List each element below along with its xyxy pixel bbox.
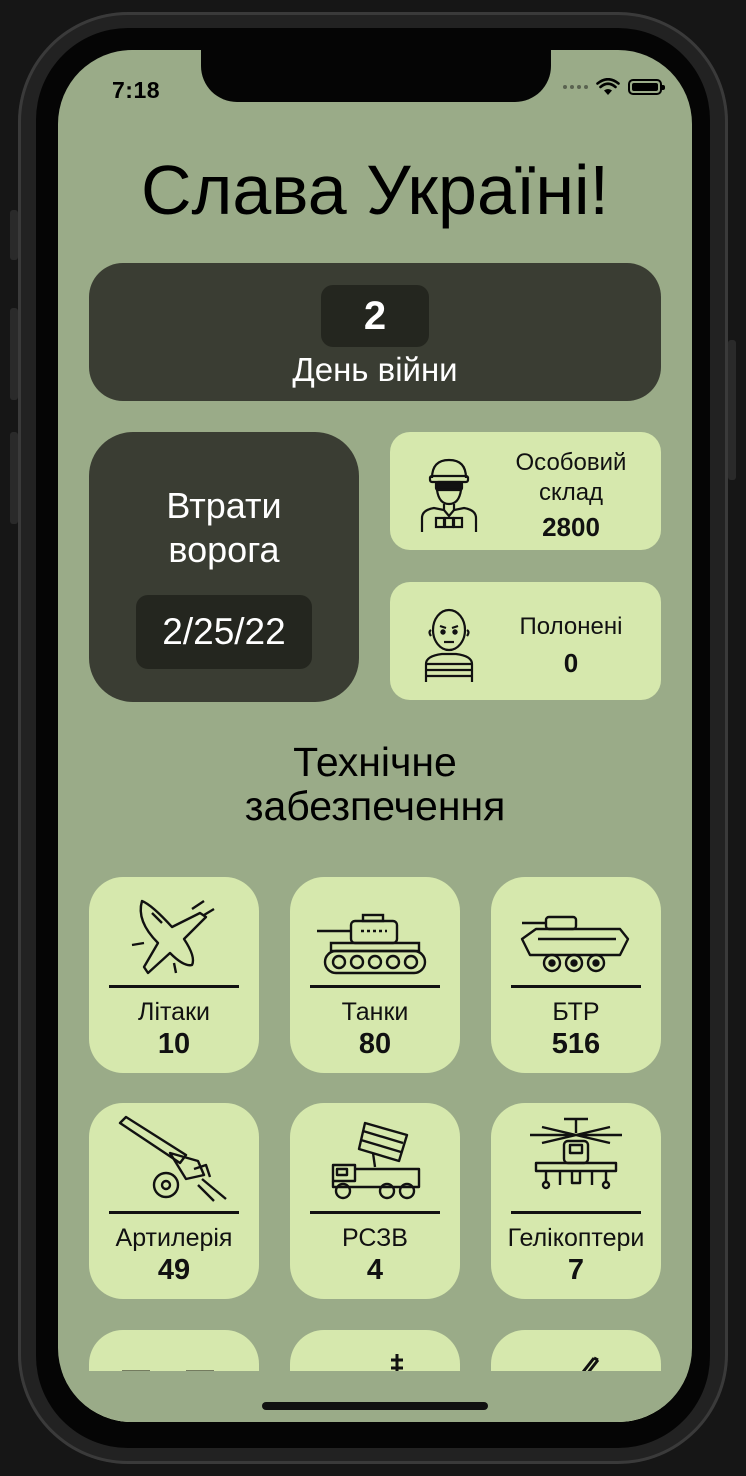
equipment-tile-artillery[interactable]: Артилерія 49 [89, 1103, 259, 1299]
equipment-value: 7 [567, 1254, 585, 1286]
personnel-label: Особовий склад [486, 448, 656, 508]
tank-icon [317, 913, 427, 975]
prisoners-value: 0 [563, 648, 579, 678]
rocket-launcher-icon [331, 1121, 421, 1200]
signal-icon [563, 85, 588, 89]
bottom-safe-area [58, 1371, 692, 1422]
personnel-label-line2: склад [538, 479, 604, 506]
tile-divider [109, 985, 239, 988]
equipment-label: БТР [552, 998, 600, 1026]
home-indicator[interactable] [262, 1402, 488, 1410]
volume-down-button [10, 432, 18, 524]
enemy-losses-title: Втрати ворога [89, 484, 359, 572]
losses-date-picker[interactable]: 2/25/22 [136, 595, 312, 669]
equipment-value: 4 [366, 1254, 384, 1286]
volume-up-button [10, 308, 18, 400]
enemy-losses-title-line1: Втрати [166, 485, 282, 526]
helicopter-icon [530, 1117, 622, 1190]
tile-divider [109, 1211, 239, 1214]
personnel-card[interactable]: Особовий склад 2800 [390, 432, 661, 550]
app-screen: 7:18 Слава Україні! 2 День війни Втрати … [58, 50, 692, 1422]
equipment-section-title: Технічне забезпечення [58, 740, 692, 828]
equipment-label: Артилерія [115, 1224, 233, 1252]
war-day-label: День війни [292, 351, 458, 388]
prisoners-label: Полонені [519, 613, 623, 640]
tile-divider [310, 1211, 440, 1214]
prisoners-card[interactable]: Полонені 0 [390, 582, 661, 700]
equipment-tile-tanks[interactable]: Танки 80 [290, 877, 460, 1073]
tile-divider [511, 985, 641, 988]
status-icons [563, 78, 665, 96]
personnel-label-line1: Особовий [515, 449, 627, 476]
equipment-tile-apc[interactable]: БТР 516 [491, 877, 661, 1073]
tile-divider [511, 1211, 641, 1214]
notch [201, 50, 551, 102]
equipment-value: 49 [157, 1254, 191, 1286]
war-day-number: 2 [321, 285, 429, 347]
prisoner-icon [424, 608, 474, 682]
wifi-icon [596, 78, 620, 95]
equipment-tile-helicopters[interactable]: Гелікоптери 7 [491, 1103, 661, 1299]
mute-switch [10, 210, 18, 260]
jet-icon [131, 899, 215, 975]
equipment-label: РСЗВ [342, 1224, 408, 1252]
enemy-losses-card[interactable]: Втрати ворога 2/25/22 [89, 432, 359, 702]
equipment-tile-mlrs[interactable]: РСЗВ 4 [290, 1103, 460, 1299]
equipment-value: 80 [358, 1028, 392, 1060]
equipment-label: Літаки [138, 998, 210, 1026]
battery-icon [628, 79, 665, 95]
personnel-value: 2800 [542, 512, 600, 542]
tile-divider [310, 985, 440, 988]
equipment-title-line2: забезпечення [244, 783, 506, 829]
equipment-value: 516 [551, 1028, 601, 1060]
artillery-icon [118, 1115, 227, 1202]
equipment-tile-planes[interactable]: Літаки 10 [89, 877, 259, 1073]
equipment-title-line1: Технічне [293, 739, 457, 785]
apc-icon [520, 915, 630, 973]
equipment-label: Танки [341, 998, 409, 1026]
enemy-losses-title-line2: ворога [168, 529, 280, 570]
war-day-card: 2 День війни [89, 263, 661, 401]
page-title: Слава Україні! [140, 151, 610, 229]
status-time: 7:18 [112, 77, 161, 103]
equipment-value: 10 [157, 1028, 191, 1060]
equipment-label: Гелікоптери [507, 1224, 645, 1252]
power-button [728, 340, 736, 480]
soldier-icon [420, 458, 478, 532]
